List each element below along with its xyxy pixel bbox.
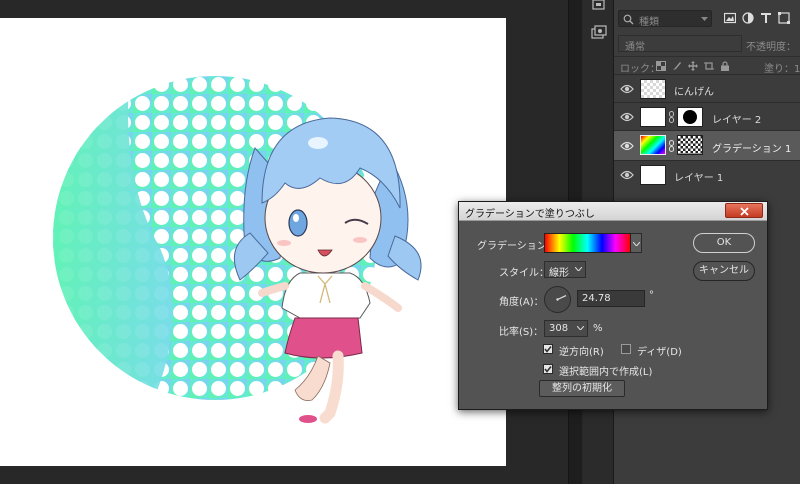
layer-row-layer2[interactable]: レイヤー 2 bbox=[614, 102, 800, 130]
chevron-down-icon bbox=[701, 17, 708, 21]
scale-label: 比率(S)： bbox=[499, 327, 544, 338]
angle-input[interactable]: 24.78 bbox=[577, 290, 645, 307]
type-filter-icon[interactable] bbox=[760, 12, 772, 24]
eye-icon[interactable] bbox=[620, 140, 634, 152]
dither-label[interactable]: ディザ(D) bbox=[637, 343, 682, 358]
gradient-fill-thumbnail[interactable] bbox=[640, 135, 666, 155]
lock-paint-icon[interactable] bbox=[672, 61, 682, 71]
filter-kind-label: 種類 bbox=[639, 17, 659, 28]
layer-thumbnail[interactable] bbox=[640, 165, 666, 185]
scale-value: 308 bbox=[549, 323, 569, 334]
chevron-down-icon bbox=[575, 267, 582, 271]
reverse-checkbox[interactable] bbox=[543, 344, 553, 354]
scale-select[interactable]: 308 bbox=[544, 320, 588, 337]
gradient-picker[interactable] bbox=[544, 233, 631, 253]
document-canvas[interactable] bbox=[0, 18, 506, 466]
cancel-button[interactable]: キャンセル bbox=[693, 261, 755, 281]
checkmark-icon bbox=[544, 366, 552, 373]
dialog-titlebar[interactable]: グラデーションで塗りつぶし bbox=[459, 202, 767, 221]
lock-all-icon[interactable] bbox=[720, 61, 730, 71]
eye-icon[interactable] bbox=[620, 111, 634, 123]
style-select[interactable]: 線形 bbox=[544, 261, 586, 279]
layer-row-gradient[interactable]: グラデーション 1 bbox=[614, 130, 800, 160]
blend-mode-select[interactable]: 通常 bbox=[618, 35, 742, 53]
angle-value: 24.78 bbox=[582, 293, 611, 304]
lock-pixels-icon[interactable] bbox=[656, 61, 666, 71]
angle-label: 角度(A)： bbox=[499, 297, 544, 308]
angle-unit: ° bbox=[649, 290, 654, 301]
checkmark-icon bbox=[544, 346, 552, 353]
lock-move-icon[interactable] bbox=[688, 61, 698, 71]
angle-indicator bbox=[556, 295, 567, 301]
layer-filter-row: 種類 bbox=[614, 8, 800, 30]
fill-label: 塗り：1 bbox=[764, 64, 800, 75]
align-label[interactable]: 選択範囲内で作成(L) bbox=[559, 363, 652, 378]
link-icon[interactable] bbox=[669, 111, 674, 123]
layer-name[interactable]: グラデーション 1 bbox=[712, 140, 791, 155]
layer-mask-thumbnail[interactable] bbox=[677, 135, 703, 155]
chevron-down-icon bbox=[633, 242, 640, 246]
layer-mask-thumbnail[interactable] bbox=[677, 107, 703, 127]
image-filter-icon[interactable] bbox=[724, 12, 736, 24]
eye-icon[interactable] bbox=[620, 169, 634, 181]
close-icon bbox=[740, 207, 749, 216]
shape-filter-icon[interactable] bbox=[778, 12, 790, 24]
close-button[interactable] bbox=[725, 203, 763, 218]
dialog-title: グラデーションで塗りつぶし bbox=[465, 209, 595, 220]
history-icon[interactable] bbox=[590, 0, 607, 17]
blend-mode-value: 通常 bbox=[625, 42, 645, 53]
layer-row-layer1[interactable]: レイヤー 1 bbox=[614, 160, 800, 188]
filter-kind-select[interactable]: 種類 bbox=[618, 10, 712, 28]
lock-row: ロック： 塗り：1 bbox=[614, 56, 800, 75]
blend-row: 通常 不透明度： bbox=[614, 34, 800, 54]
layer-row-ningen[interactable]: にんげん bbox=[614, 74, 800, 102]
opacity-label: 不透明度： bbox=[746, 42, 796, 53]
adjustment-filter-icon[interactable] bbox=[742, 12, 754, 24]
lock-label: ロック： bbox=[620, 64, 660, 75]
layer-thumbnail[interactable] bbox=[640, 79, 666, 99]
eye-icon[interactable] bbox=[620, 83, 634, 95]
canvas-artwork bbox=[53, 76, 422, 424]
scale-unit: % bbox=[593, 323, 603, 334]
ok-button[interactable]: OK bbox=[693, 233, 755, 253]
reset-alignment-button[interactable]: 整列の初期化 bbox=[539, 380, 625, 397]
layer-comps-icon[interactable] bbox=[590, 24, 607, 41]
layer-name[interactable]: にんげん bbox=[674, 83, 714, 98]
chevron-down-icon bbox=[577, 326, 584, 330]
angle-dial[interactable] bbox=[544, 286, 571, 313]
dither-checkbox[interactable] bbox=[621, 344, 631, 354]
layer-name[interactable]: レイヤー 1 bbox=[674, 169, 723, 184]
link-icon[interactable] bbox=[669, 140, 674, 152]
layer-name[interactable]: レイヤー 2 bbox=[712, 111, 761, 126]
gradient-fill-dialog: グラデーションで塗りつぶし グラデーション： スタイル： 線形 角度(A)： 2… bbox=[458, 201, 768, 410]
gradient-dropdown[interactable] bbox=[631, 233, 642, 253]
lock-artboard-icon[interactable] bbox=[704, 61, 714, 71]
style-value: 線形 bbox=[549, 268, 569, 279]
layer-thumbnail[interactable] bbox=[640, 107, 666, 127]
style-label: スタイル： bbox=[499, 268, 549, 279]
search-icon bbox=[623, 14, 634, 25]
reverse-label[interactable]: 逆方向(R) bbox=[559, 343, 604, 358]
align-with-layer-checkbox[interactable] bbox=[543, 364, 553, 374]
